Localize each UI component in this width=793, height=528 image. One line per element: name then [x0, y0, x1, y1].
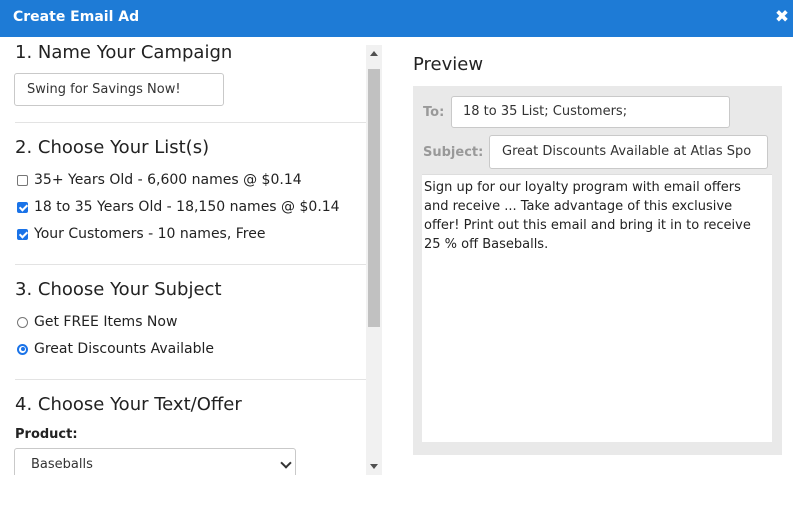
step2-title: 2. Choose Your List(s) [15, 137, 210, 158]
subject-option-free-items[interactable]: Get FREE Items Now [17, 312, 177, 332]
divider [15, 122, 366, 123]
scroll-up-arrow-icon[interactable] [370, 51, 378, 56]
to-field: 18 to 35 List; Customers; [451, 96, 730, 128]
left-panel-scrollbar[interactable] [366, 45, 382, 475]
checkbox[interactable] [17, 201, 28, 213]
step1-title: 1. Name Your Campaign [15, 42, 233, 63]
email-body: Sign up for our loyalty program with ema… [422, 174, 772, 442]
divider [15, 264, 366, 265]
radio-button[interactable] [17, 343, 28, 355]
subject-field: Great Discounts Available at Atlas Spo [489, 135, 768, 169]
subject-option-label: Get FREE Items Now [34, 314, 178, 330]
list-option-label: Your Customers - 10 names, Free [34, 226, 266, 242]
scroll-down-arrow-icon[interactable] [370, 464, 378, 469]
to-label: To: [423, 105, 445, 120]
close-icon[interactable]: ✖ [774, 8, 790, 26]
radio-button[interactable] [17, 316, 28, 328]
dialog-title: Create Email Ad [13, 9, 140, 25]
subject-option-label: Great Discounts Available [34, 341, 215, 357]
product-select[interactable]: Baseballs [14, 448, 296, 475]
list-option-label: 35+ Years Old - 6,600 names @ $0.14 [34, 172, 302, 188]
scroll-thumb[interactable] [368, 69, 380, 327]
divider [15, 379, 366, 380]
step4-title: 4. Choose Your Text/Offer [15, 394, 242, 415]
product-select-value: Baseballs [31, 457, 93, 472]
step3-title: 3. Choose Your Subject [15, 279, 222, 300]
product-label: Product: [15, 427, 78, 442]
campaign-form[interactable]: 1. Name Your Campaign Swing for Savings … [0, 37, 366, 475]
list-option-label: 18 to 35 Years Old - 18,150 names @ $0.1… [34, 199, 340, 215]
checkbox[interactable] [17, 174, 28, 186]
subject-option-great-discounts[interactable]: Great Discounts Available [17, 339, 214, 359]
campaign-name-input[interactable]: Swing for Savings Now! [14, 73, 224, 106]
preview-title: Preview [413, 54, 484, 75]
dialog-titlebar: Create Email Ad ✖ [0, 0, 793, 37]
list-option-18-to-35[interactable]: 18 to 35 Years Old - 18,150 names @ $0.1… [17, 197, 340, 217]
list-option-35-plus[interactable]: 35+ Years Old - 6,600 names @ $0.14 [17, 170, 302, 190]
chevron-down-icon [280, 457, 292, 469]
list-option-customers[interactable]: Your Customers - 10 names, Free [17, 224, 265, 244]
checkbox[interactable] [17, 228, 28, 240]
subject-label: Subject: [423, 145, 484, 160]
